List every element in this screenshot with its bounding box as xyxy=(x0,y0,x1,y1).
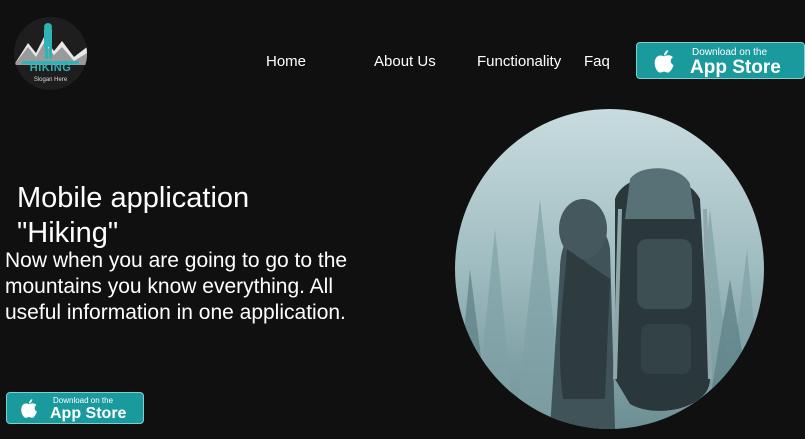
store-big-label: App Store xyxy=(690,57,781,78)
logo[interactable]: HIKING Slogan Here xyxy=(14,17,87,90)
hiker-photo-illustration xyxy=(455,109,764,429)
nav-faq[interactable]: Faq xyxy=(584,53,610,70)
logo-brand: HIKING xyxy=(29,62,72,74)
app-store-button-header[interactable]: Download on the App Store xyxy=(636,42,805,79)
hero-description: Now when you are going to go to the moun… xyxy=(5,249,348,324)
store-small-label: Download on the xyxy=(53,396,114,405)
store-big-label: App Store xyxy=(50,405,127,422)
nav-about-us[interactable]: About Us xyxy=(374,53,436,70)
hero-title-line1: Mobile application xyxy=(17,182,250,214)
app-store-button-hero[interactable]: Download on the App Store xyxy=(6,392,144,424)
logo-slogan: Slogan Here xyxy=(33,77,68,83)
nav-home[interactable]: Home xyxy=(266,53,306,70)
apple-icon xyxy=(654,50,674,73)
hero-title: Mobile application "Hiking" xyxy=(17,181,317,251)
apple-icon xyxy=(21,399,37,418)
hero-image xyxy=(455,109,764,429)
hero-title-line2: "Hiking" xyxy=(17,217,119,249)
nav-functionality[interactable]: Functionality xyxy=(477,53,561,70)
